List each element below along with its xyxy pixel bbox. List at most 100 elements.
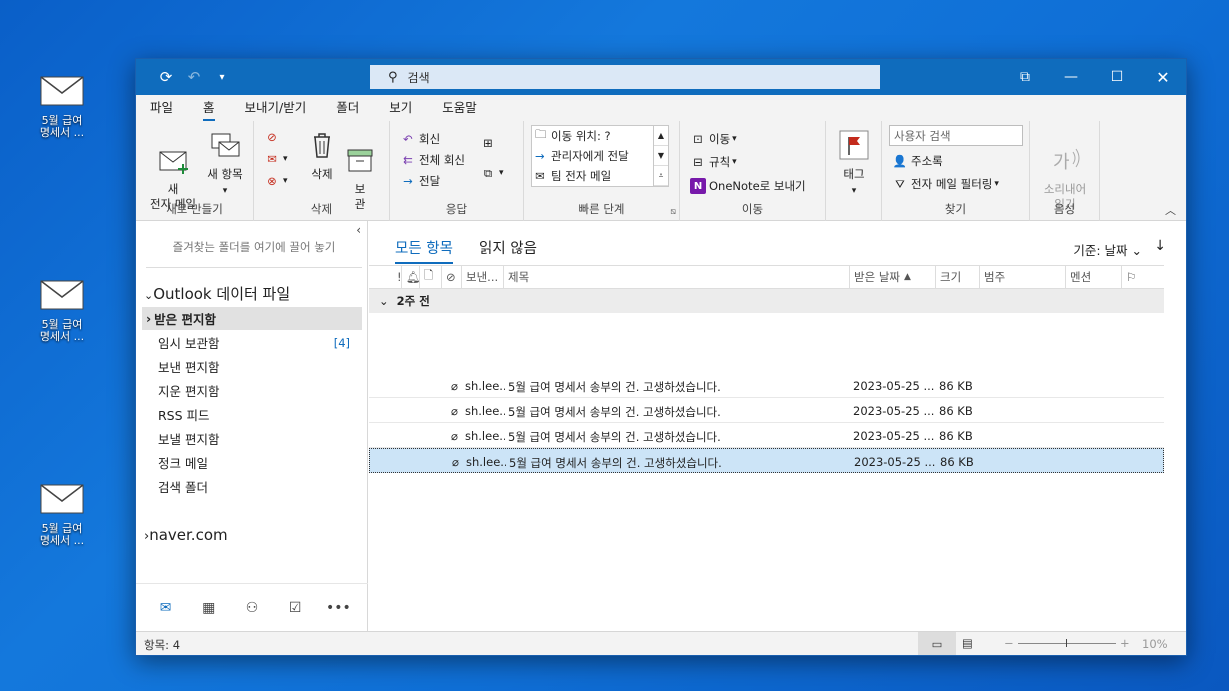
read-aloud-icon: 가 [1053,148,1080,173]
account-naver[interactable]: ›naver.com [144,526,228,544]
folder-sent[interactable]: 보낸 편지함 [142,355,362,378]
archive-button[interactable]: 보 관 [342,129,378,212]
mail-icon[interactable]: ✉ [154,596,178,620]
folder-junk[interactable]: 정크 메일 [142,451,362,474]
zoom-out-icon[interactable]: − [1004,636,1014,650]
more-modules-icon[interactable]: ••• [326,596,351,620]
desktop-icon-label: 5월 급여 명세서 ... [39,318,85,343]
search-people-input[interactable]: 사용자 검색 [889,125,1023,146]
filter-email-button[interactable]: ⛛ 전자 메일 필터링 ▾ [892,176,999,192]
new-items-button[interactable]: 새 항목 ▾ [202,129,248,199]
attachment-column-icon[interactable]: ⊘ [441,266,456,288]
zoom-level[interactable]: 10% [1142,637,1168,651]
data-file-root[interactable]: ⌄Outlook 데이터 파일 [144,283,290,304]
column-category[interactable]: 범주 [979,266,1065,288]
move-button[interactable]: ⊡ 이동 ▾ [690,131,737,147]
chevron-up-icon[interactable]: ▲ [654,126,668,146]
undo-icon[interactable]: ↶ [184,67,204,87]
close-button[interactable]: ✕ [1140,59,1186,95]
item-type-column-icon[interactable]: 🗋 [419,266,433,288]
cleanup-button[interactable]: ✉ ▾ [264,151,287,167]
collapse-ribbon-icon[interactable]: ︿ [1165,202,1176,218]
new-email-button[interactable]: 새 전자 메일 [144,129,202,212]
minimize-button[interactable]: — [1048,59,1094,95]
onenote-button[interactable]: N OneNote로 보내기 [690,178,806,194]
tags-button[interactable]: 태그 ▾ [836,129,872,199]
chevron-down-icon[interactable]: ▼ [654,146,668,166]
desktop-icon-payslip-3[interactable]: 5월 급여 명세서 ... [30,484,94,547]
desktop-icon-payslip-1[interactable]: 5월 급여 명세서 ... [30,76,94,139]
menu-home[interactable]: 홈 [203,97,215,121]
meeting-button[interactable]: ⊞ [480,135,499,151]
column-from[interactable]: 보낸... [461,266,503,288]
forward-icon: → [403,174,413,188]
quick-steps-scroll[interactable]: ▲ ▼ ⩡ [653,126,668,186]
rules-button[interactable]: ⊟ 규칙 ▾ [690,154,737,170]
maximize-button[interactable]: ☐ [1094,59,1140,95]
message-row-selected[interactable]: ⌀ sh.lee... 5월 급여 명세서 송부의 건. 고생하셨습니다. 20… [369,448,1164,473]
junk-button[interactable]: ⊗ ▾ [264,173,287,189]
message-row[interactable]: ⌀ sh.lee... 5월 급여 명세서 송부의 건. 고생하셨습니다. 20… [369,423,1164,448]
zoom-in-icon[interactable]: + [1120,636,1130,650]
status-bar: 항목: 4 ▭ ▤ − + 10% [136,631,1186,655]
reading-view-icon[interactable]: ▤ [962,636,973,650]
column-received[interactable]: 받은 날짜 ▲ [849,266,935,288]
calendar-icon[interactable]: ▦ [197,596,221,620]
menu-send-receive[interactable]: 보내기/받기 [245,97,307,121]
people-icon[interactable]: ⚇ [240,596,264,620]
folder-outbox[interactable]: 보낼 편지함 [142,427,362,450]
tab-all-items[interactable]: 모든 항목 [395,237,453,264]
sync-icon[interactable]: ⟳ [156,67,176,87]
menu-file[interactable]: 파일 [150,97,173,121]
folder-rss[interactable]: RSS 피드 [142,403,362,426]
menu-help[interactable]: 도움말 [442,97,477,121]
message-row[interactable]: ⌀ sh.lee... 5월 급여 명세서 송부의 건. 고생하셨습니다. 20… [369,398,1164,423]
normal-view-icon[interactable]: ▭ [918,632,956,655]
delete-button[interactable]: 삭제 [304,129,340,182]
more-icon[interactable]: ⩡ [654,166,668,186]
sort-by-dropdown[interactable]: 기준: 날짜 ⌄ [1073,240,1142,259]
junk-icon: ⊗ [267,174,277,188]
sort-direction-icon[interactable]: ↓ [1154,238,1166,254]
read-aloud-button[interactable]: 가 소리내어 읽기 [1036,129,1094,212]
reply-all-button[interactable]: ⇇ 전체 회신 [400,152,465,168]
menu-view[interactable]: 보기 [389,97,412,121]
address-book-button[interactable]: 👤 주소록 [892,153,943,169]
tasks-icon[interactable]: ☑ [283,596,307,620]
column-mention[interactable]: 멘션 [1065,266,1121,288]
flag-column-icon[interactable]: ⚐ [1121,266,1164,288]
address-book-icon: 👤 [892,154,908,168]
ignore-button[interactable]: ⊘ [264,129,283,145]
folder-inbox[interactable]: › 받은 편지함 [142,307,362,330]
column-subject[interactable]: 제목 [503,266,849,288]
zoom-slider[interactable] [1018,643,1116,644]
collapse-pane-icon[interactable]: ‹ [356,223,361,237]
message-row[interactable]: ⌀ sh.lee... 5월 급여 명세서 송부의 건. 고생하셨습니다. 20… [369,373,1164,398]
menu-folder[interactable]: 폴더 [336,97,359,121]
outlook-window: ⟳ ↶ ▾ ⚲ 검색 ⧉ — ☐ ✕ 파일 홈 보내기/받기 폴더 보기 도움말… [135,58,1187,656]
more-respond-button[interactable]: ⧉ ▾ [480,165,504,181]
group-header[interactable]: ⌄ 2주 전 [369,289,1164,313]
ribbon-group-voice: 가 소리내어 읽기 음성 [1030,121,1100,221]
group-label-new: 새로 만들기 [166,202,223,216]
zoom-slider-thumb[interactable] [1066,639,1067,647]
quick-step-team-email[interactable]: ✉ 팀 전자 메일 [532,166,668,186]
restore-ribbon-icon[interactable]: ⧉ [1002,59,1048,95]
quick-step-to-manager[interactable]: → 관리자에게 전달 [532,146,668,166]
folder-search[interactable]: 검색 폴더 [142,475,362,498]
folder-deleted[interactable]: 지운 편지함 [142,379,362,402]
column-size[interactable]: 크기 [935,266,979,288]
onenote-icon: N [690,178,706,194]
message-received: 2023-05-25 ... [853,429,935,443]
reminder-column-icon[interactable]: 🔔︎ [401,266,421,288]
forward-button[interactable]: → 전달 [400,173,440,189]
rules-icon: ⊟ [693,155,703,169]
search-input[interactable]: ⚲ 검색 [370,65,880,89]
folder-drafts[interactable]: 임시 보관함 [4] [142,331,362,354]
quick-step-move-to[interactable]: 🗀 이동 위치: ? [532,126,668,146]
quick-access-dropdown-icon[interactable]: ▾ [212,67,232,87]
message-from: sh.lee... [465,379,505,393]
tab-unread[interactable]: 읽지 않음 [479,237,537,258]
reply-button[interactable]: ↶ 회신 [400,131,440,147]
desktop-icon-payslip-2[interactable]: 5월 급여 명세서 ... [30,280,94,343]
